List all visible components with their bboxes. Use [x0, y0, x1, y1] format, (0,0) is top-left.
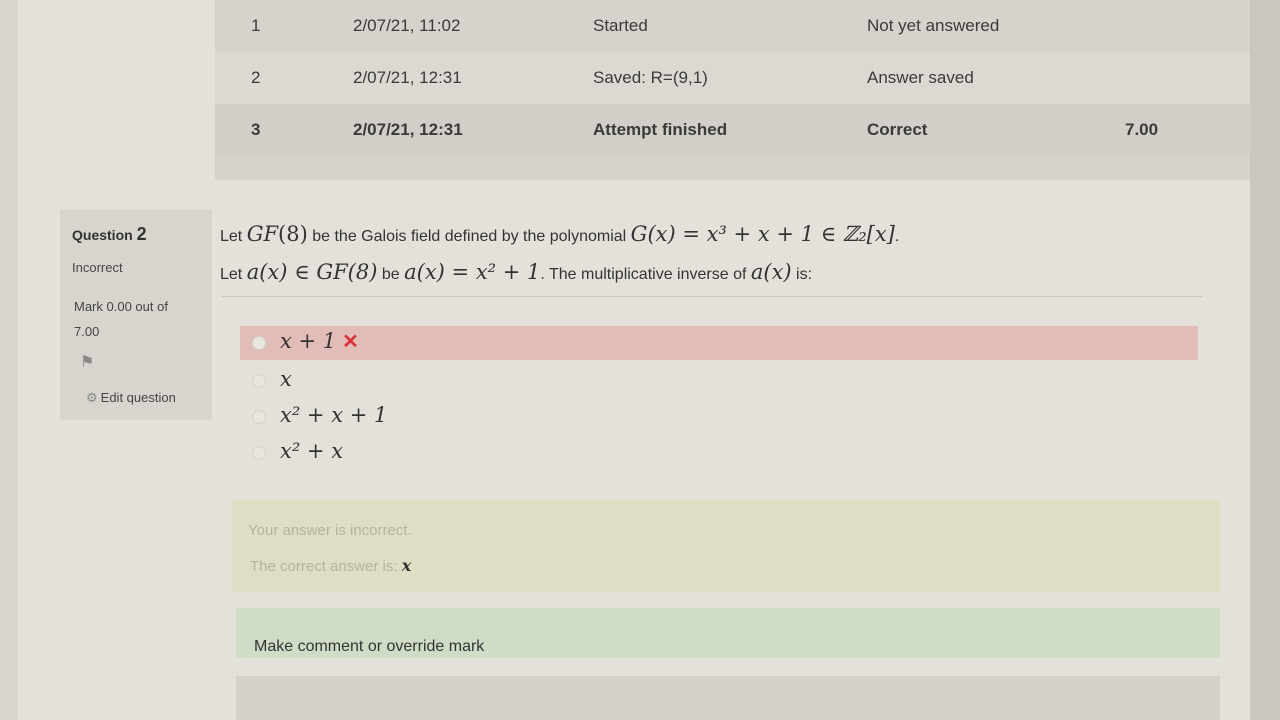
feedback-box: Your answer is incorrect. The correct an…: [232, 500, 1220, 592]
history-action: Saved: R=(9,1): [593, 68, 708, 87]
question-state: Incorrect: [72, 260, 123, 275]
incorrect-icon: ✕: [342, 331, 359, 353]
history-step: 3: [251, 120, 261, 139]
feedback-incorrect: Your answer is incorrect.: [248, 522, 412, 539]
edit-question-link[interactable]: ⚙ Edit question: [86, 390, 176, 406]
question-line-2: Let a(x) ∈ GF(8) be a(x) = x² + 1. The m…: [220, 260, 1210, 298]
history-time: 2/07/21, 12:31: [353, 120, 463, 139]
answer-option[interactable]: x² + x + 1: [240, 400, 1198, 434]
flag-icon[interactable]: ⚑: [80, 352, 94, 372]
question-text-part: be: [377, 266, 405, 283]
divider: [222, 296, 1202, 297]
history-marks: 7.00: [1125, 120, 1159, 139]
history-action: Started: [593, 16, 648, 35]
history-state: Correct: [867, 120, 928, 139]
history-state: Not yet answered: [867, 16, 1000, 35]
radio-button[interactable]: [252, 336, 266, 350]
history-row: 3 2/07/21, 12:31 Attempt finished Correc…: [215, 104, 1250, 156]
question-number-value: 2: [136, 224, 147, 244]
history-action: Attempt finished: [593, 120, 728, 139]
feedback-correct-answer: The correct answer is: x: [250, 556, 411, 575]
answer-option[interactable]: x² + x: [240, 436, 1198, 470]
question-text-part: .: [894, 228, 900, 245]
math-ax: a(x): [750, 260, 792, 284]
feedback-correct-prefix: The correct answer is:: [250, 558, 402, 575]
answer-text: x² + x + 1: [280, 403, 388, 427]
question-info-box: Question 2 Incorrect Mark 0.00 out of 7.…: [60, 210, 212, 420]
math-polynomial: G(x) = x³ + x + 1 ∈ ℤ₂[x]: [630, 222, 895, 246]
edit-question-label: Edit question: [100, 390, 176, 405]
question-mark: Mark 0.00 out of 7.00: [74, 299, 168, 339]
answer-text: x: [280, 367, 292, 391]
gear-icon: ⚙: [86, 390, 98, 405]
response-history-table: 1 2/07/21, 11:02 Started Not yet answere…: [215, 0, 1250, 180]
correct-answer-value: x: [401, 556, 412, 575]
history-row: 1 2/07/21, 11:02 Started Not yet answere…: [215, 0, 1250, 52]
history-state: Answer saved: [867, 68, 974, 87]
history-time: 2/07/21, 12:31: [353, 68, 462, 87]
math-gf-arg: (8): [278, 222, 308, 246]
question-text-part: . The multiplicative inverse of: [540, 266, 751, 283]
history-step: 1: [251, 16, 261, 35]
answer-option[interactable]: x: [240, 364, 1198, 398]
answer-text: x + 1: [280, 329, 337, 353]
question-number: Question 2: [72, 224, 147, 245]
history-row: 2 2/07/21, 12:31 Saved: R=(9,1) Answer s…: [215, 52, 1250, 104]
question-text-part: is:: [791, 266, 813, 283]
question-text-part: Let: [220, 228, 247, 245]
math-gf: GF: [246, 222, 279, 246]
screen-edge: [1250, 0, 1280, 720]
next-section: [236, 676, 1220, 720]
answer-text: x² + x: [280, 439, 344, 463]
math-ax: a(x) ∈ GF(8): [246, 260, 378, 284]
question-text-part: Let: [220, 266, 247, 283]
question-text-part: be the Galois field defined by the polyn…: [307, 228, 631, 245]
radio-button[interactable]: [252, 410, 266, 424]
question-label: Question: [72, 227, 133, 243]
radio-button[interactable]: [252, 374, 266, 388]
history-step: 2: [251, 68, 261, 87]
comment-box: Make comment or override mark: [236, 608, 1220, 658]
question-line-1: Let GF(8) be the Galois field defined by…: [220, 222, 1210, 260]
math-ax-definition: a(x) = x² + 1: [404, 260, 541, 284]
radio-button[interactable]: [252, 446, 266, 460]
make-comment-link[interactable]: Make comment or override mark: [254, 638, 484, 656]
answer-option-selected-wrong[interactable]: x + 1 ✕: [240, 326, 1198, 360]
question-text: Let GF(8) be the Galois field defined by…: [220, 222, 1210, 298]
history-time: 2/07/21, 11:02: [353, 16, 461, 35]
